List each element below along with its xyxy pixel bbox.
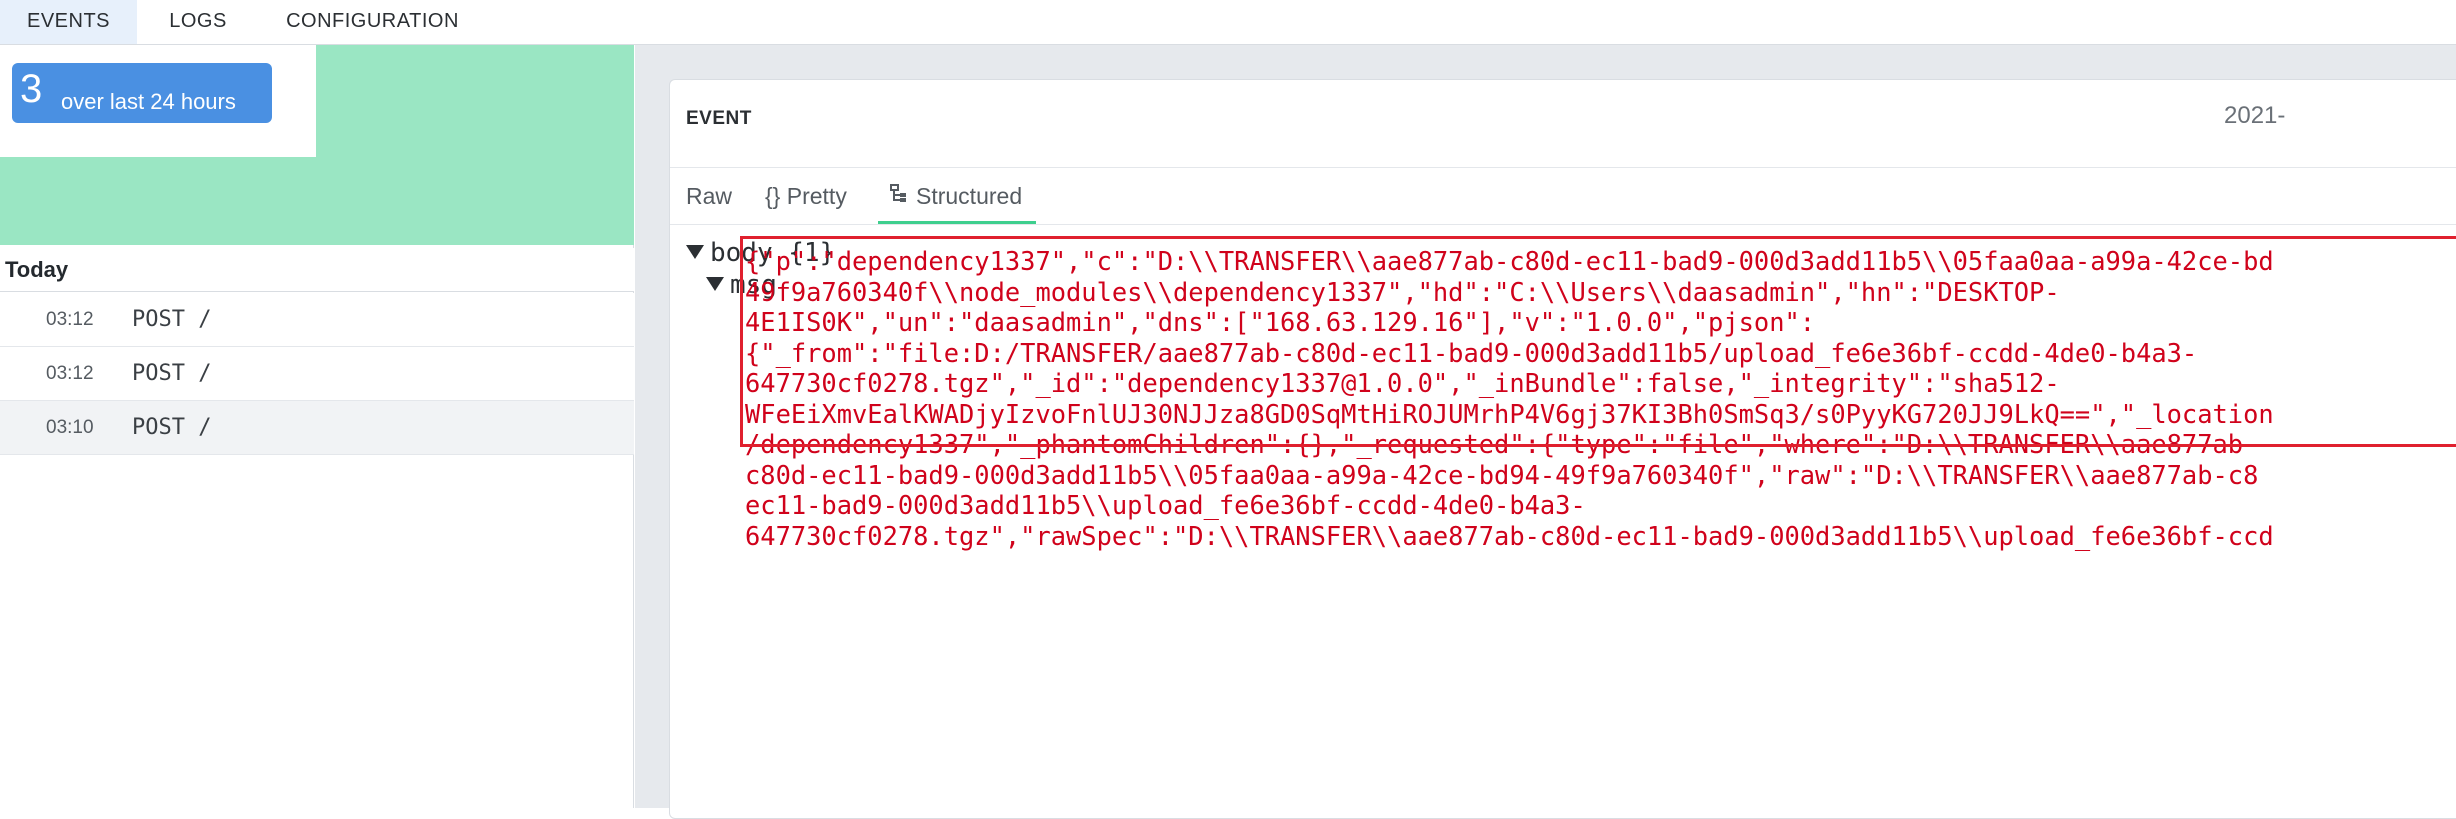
event-count-badge: 3 over last 24 hours bbox=[12, 63, 272, 123]
event-time: 03:12 bbox=[46, 309, 94, 330]
date-group-heading: Today bbox=[0, 248, 634, 292]
tab-configuration[interactable]: CONFIGURATION bbox=[270, 0, 475, 44]
json-value-line: c80d-ec11-bad9-000d3add11b5\\05faa0aa-a9… bbox=[745, 459, 2259, 490]
tab-structured-label: Structured bbox=[916, 183, 1023, 209]
tree-structure-icon bbox=[890, 168, 908, 224]
event-list-item[interactable]: 03:12 POST / bbox=[0, 347, 634, 401]
event-detail-card: EVENT 2021- Raw {} Pretty Structured bod… bbox=[669, 79, 2456, 819]
tab-events[interactable]: EVENTS bbox=[0, 0, 137, 44]
tab-raw[interactable]: Raw bbox=[686, 168, 732, 224]
tab-pretty[interactable]: {} Pretty bbox=[765, 168, 847, 224]
annotation-highlight-box bbox=[740, 236, 2456, 447]
event-time: 03:12 bbox=[46, 363, 94, 384]
caret-down-icon bbox=[706, 276, 724, 291]
json-value-line: ec11-bad9-000d3add11b5\\upload_fe6e36bf-… bbox=[745, 490, 1586, 520]
json-value-line: 647730cf0278.tgz","rawSpec":"D:\\TRANSFE… bbox=[745, 520, 2274, 551]
event-time: 03:10 bbox=[46, 417, 94, 438]
top-nav-bar: EVENTS LOGS CONFIGURATION bbox=[0, 0, 2456, 45]
event-list-item-selected[interactable]: 03:10 POST / bbox=[0, 401, 634, 455]
event-timestamp: 2021- bbox=[2224, 102, 2286, 129]
event-count: 3 bbox=[20, 67, 43, 111]
event-list-item[interactable]: 03:12 POST / bbox=[0, 293, 634, 347]
events-histogram: 3 over last 24 hours bbox=[0, 45, 634, 245]
event-request: POST / bbox=[132, 415, 212, 440]
events-sidebar: 3 over last 24 hours Today 03:12 POST / … bbox=[0, 45, 634, 808]
tab-logs[interactable]: LOGS bbox=[150, 0, 246, 44]
event-detail-area: EVENT 2021- Raw {} Pretty Structured bod… bbox=[635, 45, 2456, 819]
event-request: POST / bbox=[132, 307, 212, 332]
card-title: EVENT bbox=[686, 108, 752, 129]
caret-down-icon bbox=[686, 244, 704, 259]
tab-structured[interactable]: Structured bbox=[878, 168, 1037, 224]
divider bbox=[670, 224, 2456, 225]
event-request: POST / bbox=[132, 361, 212, 386]
event-count-label: over last 24 hours bbox=[61, 89, 236, 114]
